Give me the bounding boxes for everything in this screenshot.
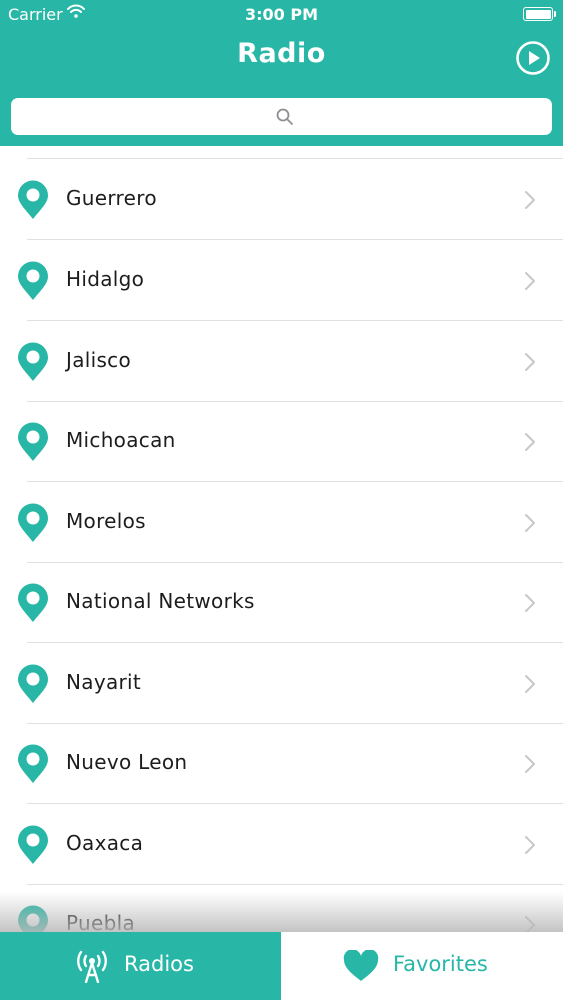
chevron-right-icon	[525, 514, 535, 532]
list-item[interactable]: Guerrero	[0, 159, 563, 239]
map-pin-icon	[18, 342, 48, 381]
tab-favorites-label: Favorites	[393, 952, 488, 976]
list-item-label: Nayarit	[66, 670, 142, 694]
search-bar[interactable]	[11, 98, 556, 137]
list-item[interactable]: Hidalgo	[0, 240, 563, 320]
list-item[interactable]: Nuevo Leon	[0, 723, 563, 803]
list-item-label: National Networks	[66, 589, 255, 613]
chevron-right-icon	[525, 836, 535, 854]
list-item-label: Guerrero	[66, 186, 157, 210]
radio-tower-icon	[77, 950, 107, 983]
list-item-label: Morelos	[66, 509, 146, 533]
map-pin-icon	[18, 261, 48, 300]
battery-icon	[523, 7, 556, 21]
map-pin-icon	[18, 664, 48, 703]
map-pin-icon	[18, 583, 48, 622]
list-item[interactable]: Morelos	[0, 482, 563, 562]
chevron-right-icon	[525, 916, 535, 932]
tab-bar: Radios Favorites	[0, 932, 563, 1000]
heart-icon	[343, 950, 379, 981]
list-item[interactable]: National Networks	[0, 562, 563, 642]
chevron-right-icon	[525, 755, 535, 773]
status-bar: Carrier 3:00 PM	[0, 0, 563, 30]
list-item-label: Nuevo Leon	[66, 750, 188, 774]
state-list: Guerrero Hidalgo Jalisco Michoacan Morel…	[0, 146, 563, 932]
list-item[interactable]: Nayarit	[0, 643, 563, 723]
play-circle-icon[interactable]	[515, 40, 551, 76]
clock: 3:00 PM	[244, 5, 318, 24]
navigation-header: Carrier 3:00 PM Radio	[0, 0, 563, 146]
chevron-right-icon	[525, 272, 535, 290]
list-item-label: Michoacan	[66, 428, 176, 452]
tab-favorites[interactable]: Favorites	[281, 932, 563, 1000]
list-item[interactable]: Jalisco	[0, 321, 563, 401]
page-title: Radio	[237, 38, 326, 69]
map-pin-icon	[18, 503, 48, 542]
list-item-label: Puebla	[66, 911, 135, 932]
list-item-label: Jalisco	[66, 348, 132, 372]
map-pin-icon	[18, 744, 48, 783]
chevron-right-icon	[525, 675, 535, 693]
list-item[interactable]: Puebla	[0, 884, 563, 932]
chevron-right-icon	[525, 594, 535, 612]
map-pin-icon	[18, 422, 48, 461]
chevron-right-icon	[525, 353, 535, 371]
map-pin-icon	[18, 905, 48, 932]
tab-radios-label: Radios	[124, 952, 194, 976]
map-pin-icon	[18, 180, 48, 219]
map-pin-icon	[18, 825, 48, 864]
list-item[interactable]: Michoacan	[0, 401, 563, 481]
list-item-label: Hidalgo	[66, 267, 145, 291]
list-item-label: Oaxaca	[66, 831, 144, 855]
tab-radios[interactable]: Radios	[0, 932, 281, 1000]
chevron-right-icon	[525, 191, 535, 209]
chevron-right-icon	[525, 433, 535, 451]
search-input[interactable]	[11, 98, 556, 137]
list-item[interactable]: Oaxaca	[0, 804, 563, 884]
